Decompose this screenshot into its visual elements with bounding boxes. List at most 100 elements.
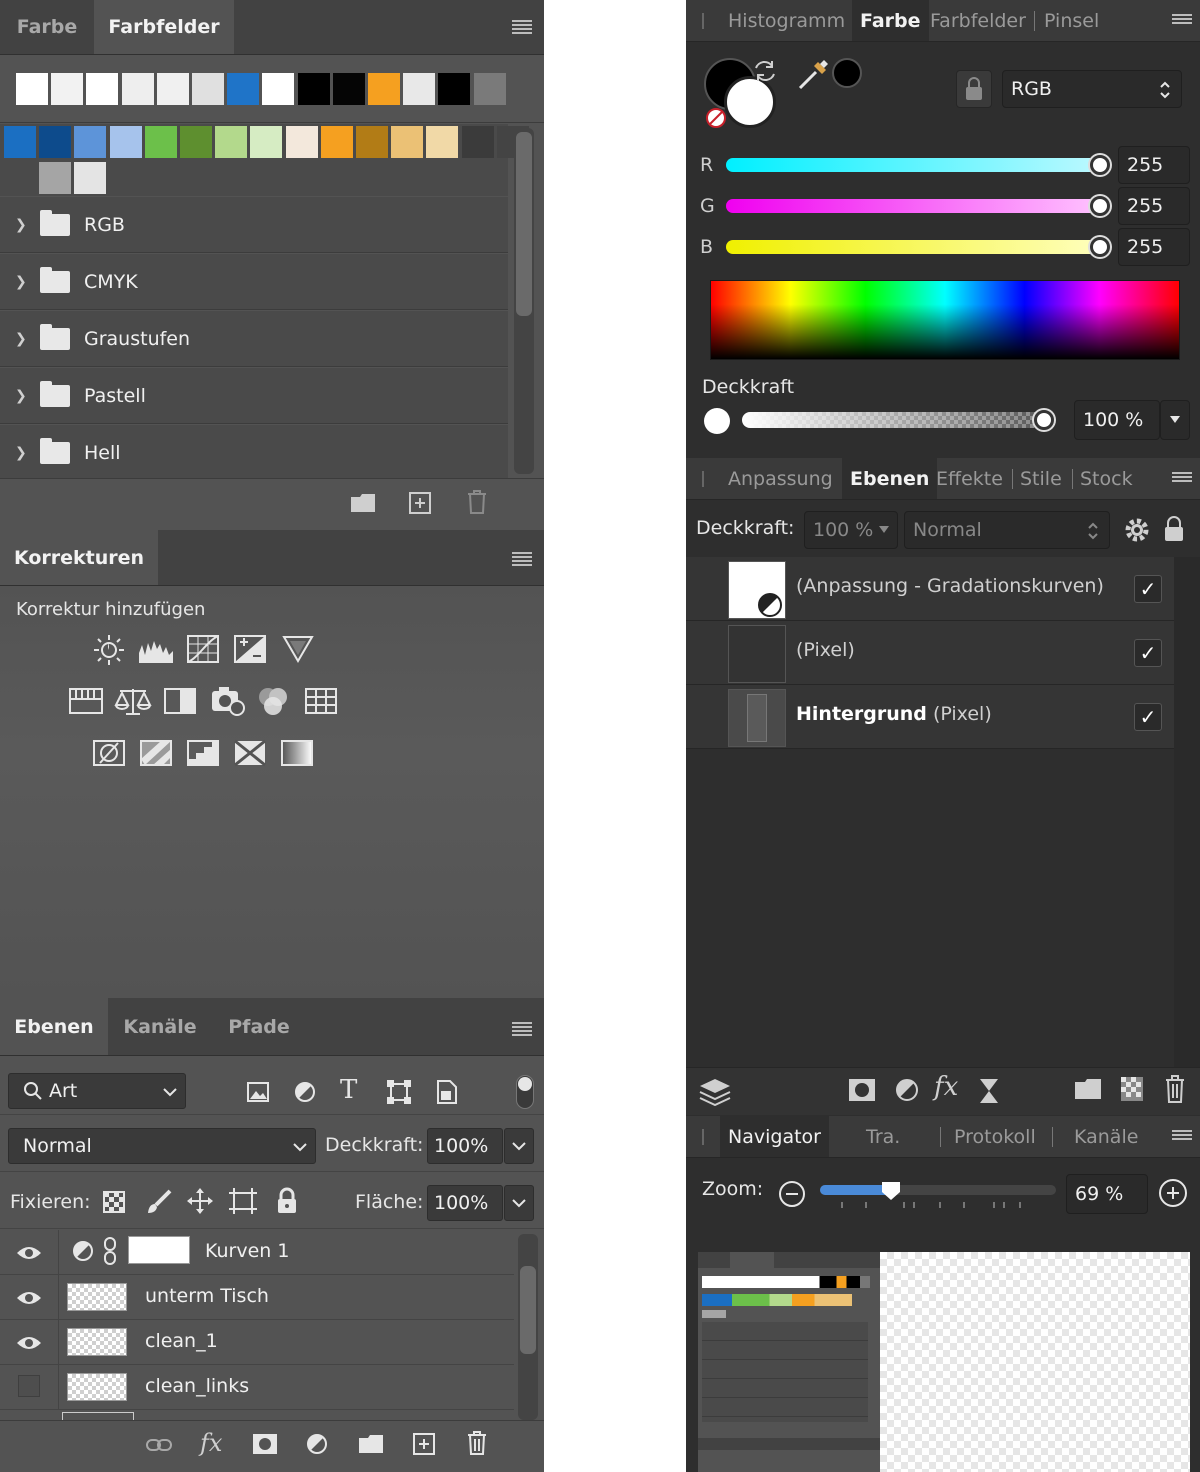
channel-mixer-icon[interactable] xyxy=(256,685,290,717)
chevron-right-icon[interactable]: ❯ xyxy=(15,443,27,463)
recent-swatch[interactable] xyxy=(403,73,436,105)
add-mask-icon[interactable] xyxy=(252,1433,278,1455)
preset-swatch[interactable] xyxy=(4,126,36,158)
live-filter-icon[interactable] xyxy=(978,1077,1000,1105)
preset-swatch[interactable] xyxy=(74,126,107,158)
tab-kanaele[interactable]: Kanäle xyxy=(108,998,212,1055)
slider-r[interactable] xyxy=(726,158,1106,172)
recent-swatch[interactable] xyxy=(192,73,224,105)
swap-colors-icon[interactable] xyxy=(752,58,778,84)
color-lookup-icon[interactable] xyxy=(304,687,338,715)
recent-swatch[interactable] xyxy=(16,73,48,105)
curves-icon[interactable] xyxy=(186,634,220,664)
lock-artboard-icon[interactable] xyxy=(228,1187,258,1215)
layer-opacity-input[interactable]: 100 % xyxy=(804,511,898,549)
preset-swatch[interactable] xyxy=(39,126,72,158)
opacity-dropdown[interactable] xyxy=(504,1128,534,1164)
zoom-out-icon[interactable] xyxy=(778,1180,806,1208)
preset-swatch[interactable] xyxy=(39,162,72,194)
preset-swatch[interactable] xyxy=(215,126,248,158)
lock-icon[interactable] xyxy=(1164,515,1184,543)
layer-row-pixel[interactable]: (Pixel) ✓ xyxy=(686,621,1174,685)
color-spectrum[interactable] xyxy=(710,280,1180,360)
tab-histogramm[interactable]: Histogramm xyxy=(728,0,845,41)
recent-swatch[interactable] xyxy=(368,73,400,105)
photo-filter-icon[interactable] xyxy=(210,685,246,717)
recent-swatch[interactable] xyxy=(227,73,260,105)
zoom-slider-knob[interactable] xyxy=(880,1180,902,1202)
new-adjustment-icon[interactable] xyxy=(306,1433,332,1459)
gradient-map-icon[interactable] xyxy=(280,739,314,767)
tab-pfade[interactable]: Pfade xyxy=(212,998,306,1055)
recent-swatch[interactable] xyxy=(121,73,154,105)
recent-swatch[interactable] xyxy=(86,73,119,105)
visibility-toggle-empty[interactable] xyxy=(18,1375,40,1397)
swatch-folder-pastell[interactable]: ❯ Pastell xyxy=(0,368,508,424)
brightness-contrast-icon[interactable] xyxy=(92,633,126,667)
layer-row-clean-1[interactable]: clean_1 xyxy=(0,1320,514,1365)
swatch-folder-hell[interactable]: ❯ Hell xyxy=(0,425,508,481)
blend-mode-select[interactable]: Normal xyxy=(8,1128,316,1164)
smart-object-filter-icon[interactable] xyxy=(436,1079,458,1105)
layer-blend-select[interactable]: Normal xyxy=(904,511,1110,549)
posterize-icon[interactable] xyxy=(139,739,173,767)
panel-grip[interactable] xyxy=(702,471,704,487)
recent-swatch[interactable] xyxy=(297,73,330,105)
vibrance-icon[interactable] xyxy=(282,635,314,663)
lock-transparency-icon[interactable] xyxy=(103,1191,125,1213)
gear-icon[interactable] xyxy=(1124,517,1150,543)
preset-swatch[interactable] xyxy=(250,126,283,158)
panel-menu-icon[interactable] xyxy=(512,1022,532,1036)
link-layers-icon[interactable] xyxy=(145,1437,173,1453)
opacity-slider-knob[interactable] xyxy=(1034,410,1054,430)
adjustment-filter-icon[interactable] xyxy=(294,1081,316,1103)
panel-menu-icon[interactable] xyxy=(512,552,532,566)
delete-layer-icon[interactable] xyxy=(466,1430,488,1456)
black-white-icon[interactable] xyxy=(163,687,197,715)
recent-swatch[interactable] xyxy=(473,73,506,105)
recent-swatch[interactable] xyxy=(262,73,295,105)
tab-farbfelder[interactable]: Farbfelder xyxy=(94,0,234,54)
recent-swatch[interactable] xyxy=(332,73,365,105)
chevron-right-icon[interactable]: ❯ xyxy=(15,272,27,292)
tab-anpassung[interactable]: Anpassung xyxy=(728,458,833,499)
recent-swatch[interactable] xyxy=(438,73,471,105)
fill-dropdown[interactable] xyxy=(504,1185,534,1221)
opacity-dropdown[interactable] xyxy=(1160,400,1190,440)
opacity-input[interactable]: 100% xyxy=(427,1128,503,1164)
tab-navigator[interactable]: Navigator xyxy=(720,1116,829,1157)
trash-icon[interactable] xyxy=(1164,1074,1186,1104)
preset-swatch[interactable] xyxy=(109,126,142,158)
visibility-eye-icon[interactable] xyxy=(16,1242,42,1266)
add-swatch-icon[interactable] xyxy=(408,491,432,515)
slider-g[interactable] xyxy=(726,199,1106,213)
pixel-layer-icon[interactable] xyxy=(1120,1076,1144,1102)
layer-visibility-checkbox[interactable]: ✓ xyxy=(1134,703,1162,731)
zoom-input[interactable]: 69 % xyxy=(1066,1174,1148,1214)
shape-filter-icon[interactable] xyxy=(386,1079,412,1105)
layers-scroll-thumb[interactable] xyxy=(520,1266,536,1354)
slider-g-knob[interactable] xyxy=(1090,196,1110,216)
layer-row-adjustment[interactable]: (Anpassung - Gradationskurven) ✓ xyxy=(686,557,1174,621)
opacity-slider[interactable] xyxy=(742,412,1048,428)
chevron-right-icon[interactable]: ❯ xyxy=(15,329,27,349)
layer-filter-select[interactable]: Art xyxy=(8,1073,186,1109)
layer-visibility-checkbox[interactable]: ✓ xyxy=(1134,639,1162,667)
new-folder-icon[interactable] xyxy=(350,493,376,513)
swatch-folder-graustufen[interactable]: ❯ Graustufen xyxy=(0,311,508,367)
layer-row-hintergrund[interactable]: Hintergrund (Pixel) ✓ xyxy=(686,685,1174,749)
preset-swatch[interactable] xyxy=(426,126,459,158)
picked-color-well[interactable] xyxy=(832,58,862,88)
preset-swatch[interactable] xyxy=(461,126,494,158)
mask-layer-icon[interactable] xyxy=(848,1078,876,1102)
panel-menu-icon[interactable] xyxy=(512,20,532,34)
selective-color-icon[interactable] xyxy=(233,739,267,767)
new-group-icon[interactable] xyxy=(358,1434,384,1454)
tab-stock[interactable]: Stock xyxy=(1080,458,1133,499)
levels-icon[interactable] xyxy=(138,635,174,665)
exposure-icon[interactable] xyxy=(233,634,267,664)
layer-row-kurven[interactable]: Kurven 1 xyxy=(0,1230,514,1275)
threshold-icon[interactable] xyxy=(186,739,220,767)
panel-grip[interactable] xyxy=(702,13,704,29)
chevron-right-icon[interactable]: ❯ xyxy=(15,386,27,406)
